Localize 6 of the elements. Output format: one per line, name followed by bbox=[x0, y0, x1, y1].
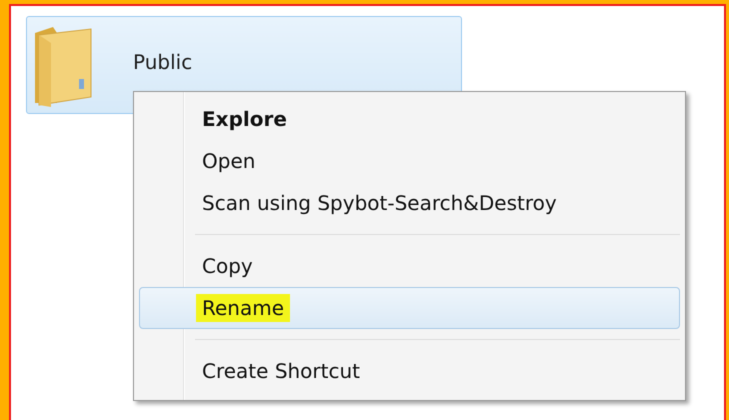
menu-item[interactable]: Open bbox=[139, 140, 680, 182]
menu-item[interactable]: Scan using Spybot-Search&Destroy bbox=[139, 182, 680, 224]
menu-item[interactable]: Rename bbox=[139, 287, 680, 329]
folder-name: Public bbox=[133, 50, 192, 74]
menu-item[interactable]: Copy bbox=[139, 245, 680, 287]
menu-item[interactable]: Create Shortcut bbox=[139, 350, 680, 392]
